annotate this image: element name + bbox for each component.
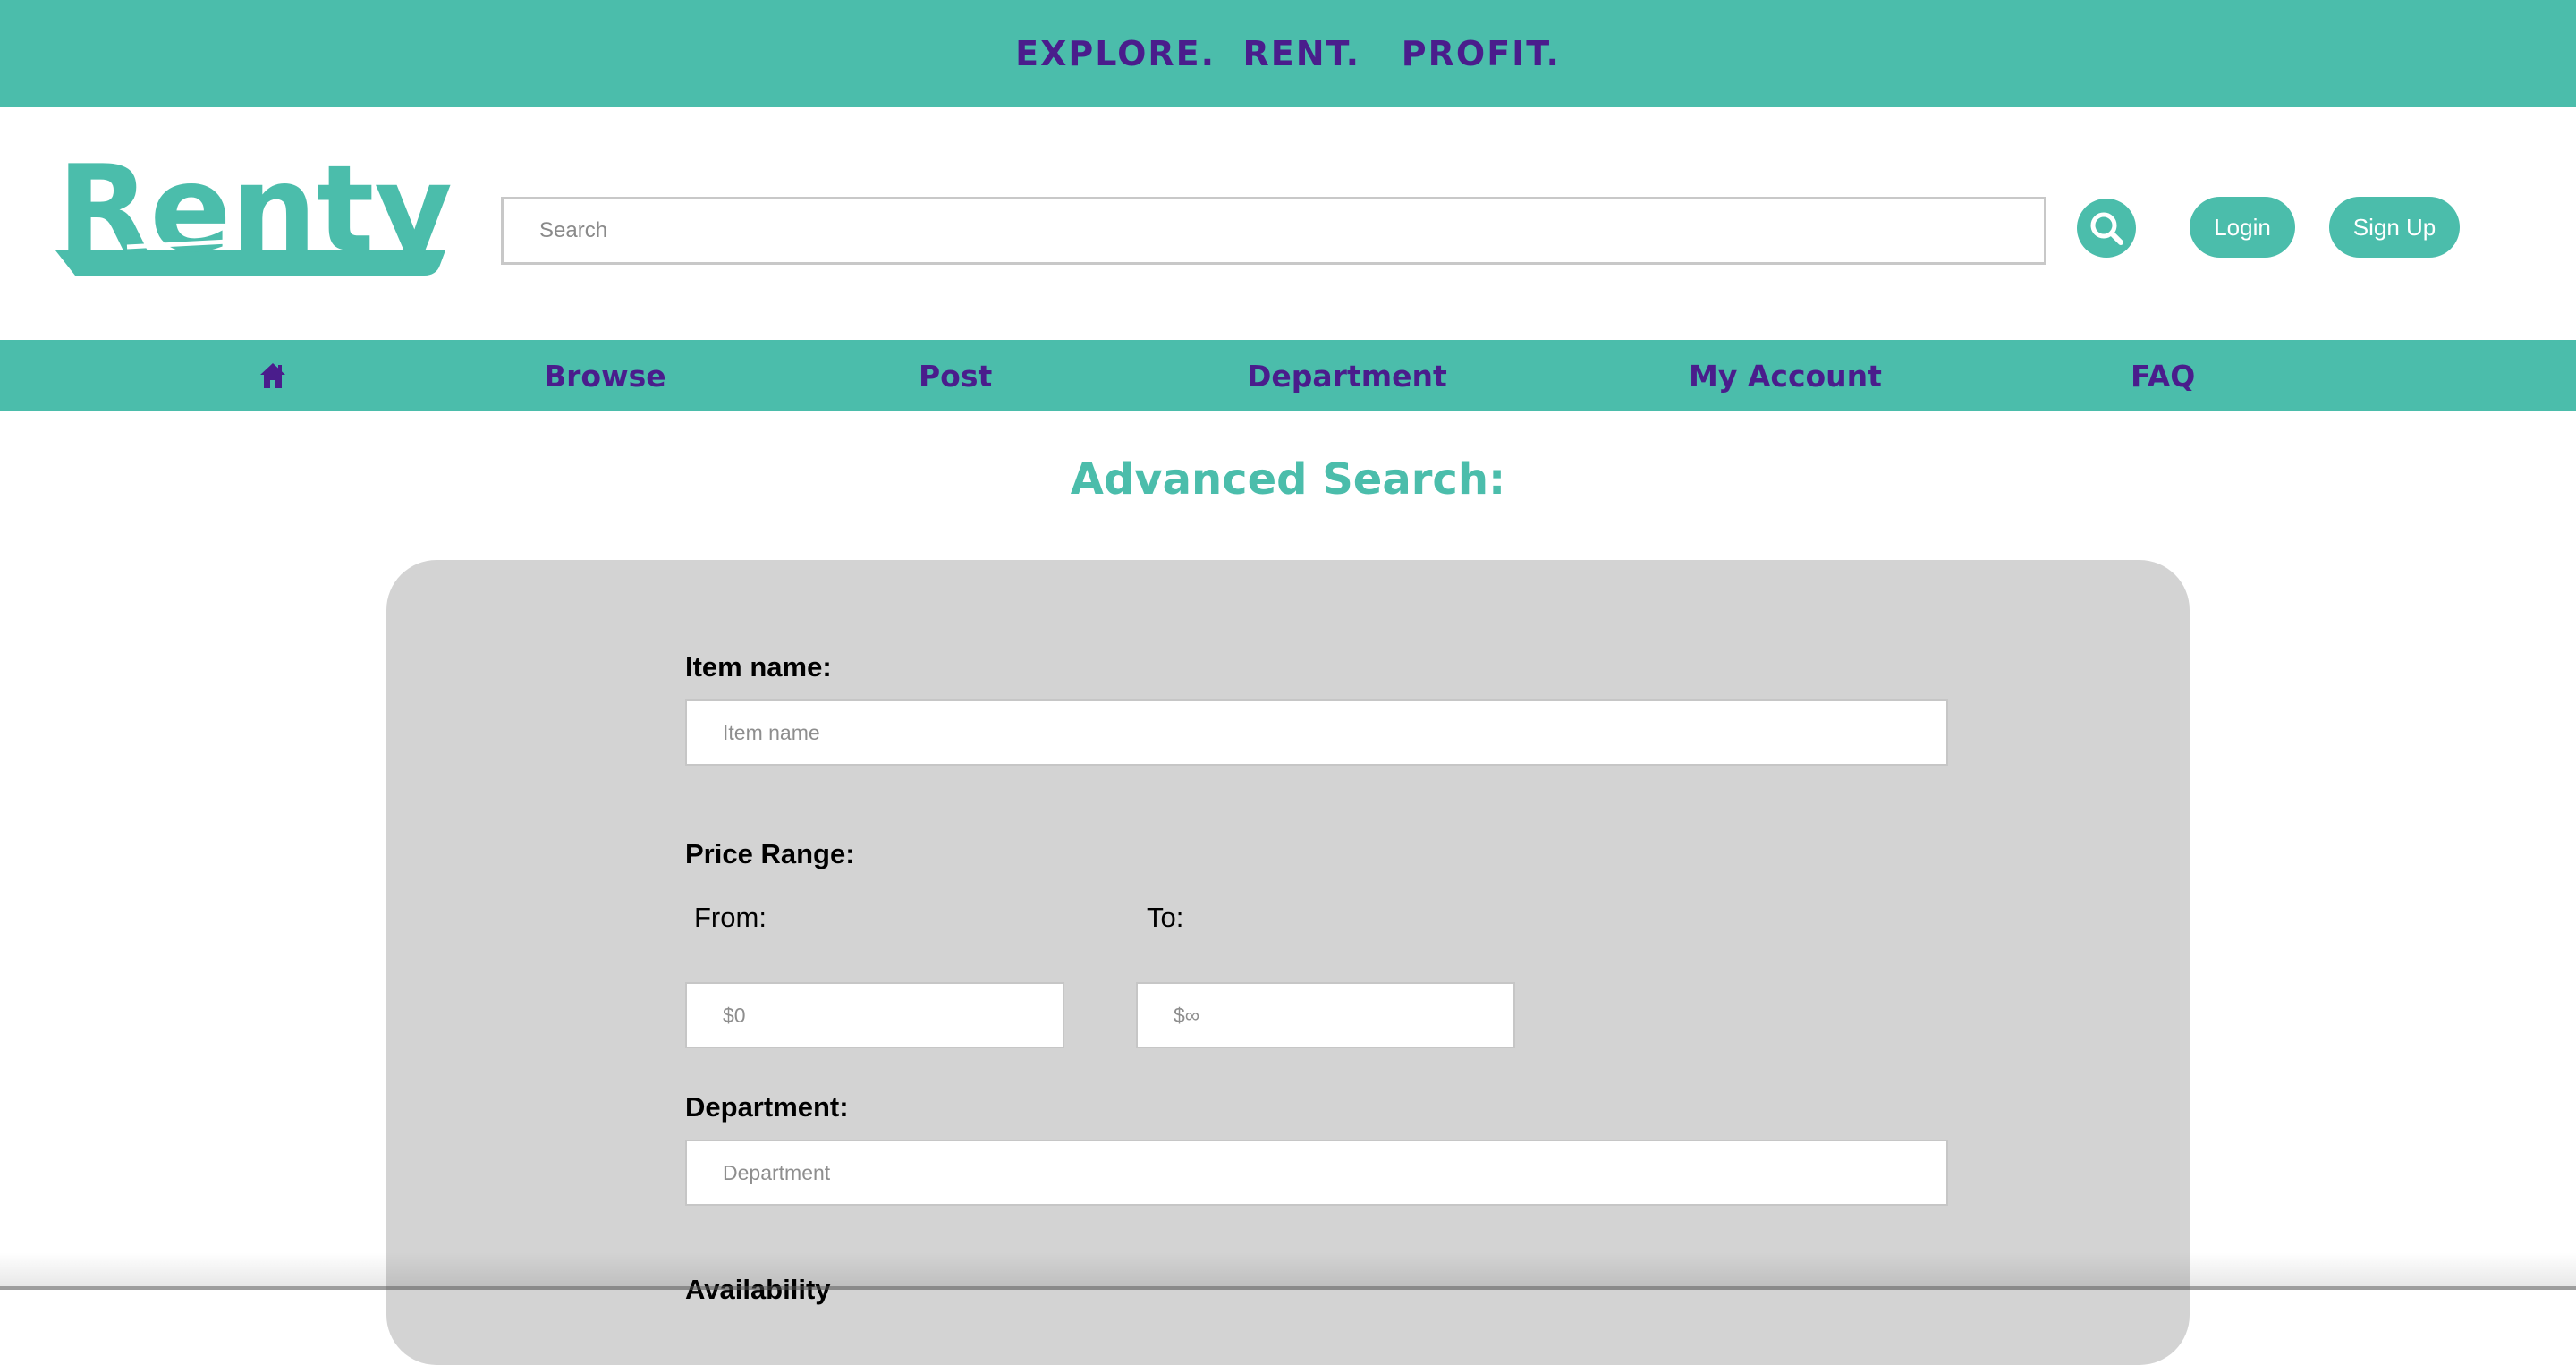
renty-logo[interactable]: Renty xyxy=(54,154,456,279)
search-input[interactable] xyxy=(501,197,2046,265)
window-bottom-edge xyxy=(0,1286,2576,1290)
advanced-search-form: Item name: Price Range: From: To: Depart… xyxy=(386,560,2190,1365)
home-icon xyxy=(260,363,285,388)
site-header: Renty Login Sign Up xyxy=(0,107,2576,340)
price-range-label: Price Range: xyxy=(685,838,855,869)
item-name-input[interactable] xyxy=(685,699,1948,766)
price-to-input[interactable] xyxy=(1136,982,1515,1048)
nav-faq[interactable]: FAQ xyxy=(2131,340,2195,411)
item-name-label: Item name: xyxy=(685,651,832,682)
svg-text:Renty: Renty xyxy=(57,154,453,279)
department-label: Department: xyxy=(685,1091,849,1123)
availability-label: Availability xyxy=(685,1274,831,1306)
price-to-label: To: xyxy=(1147,902,1184,933)
nav-browse[interactable]: Browse xyxy=(544,340,666,411)
nav-department[interactable]: Department xyxy=(1247,340,1447,411)
nav-my-account[interactable]: My Account xyxy=(1689,340,1882,411)
search-icon xyxy=(2090,212,2123,245)
top-banner: EXPLORE. RENT. PROFIT. xyxy=(0,0,2576,107)
price-from-input[interactable] xyxy=(685,982,1064,1048)
signup-button[interactable]: Sign Up xyxy=(2329,197,2460,258)
nav-post[interactable]: Post xyxy=(919,340,992,411)
nav-home[interactable] xyxy=(258,340,288,411)
page-title: Advanced Search: xyxy=(1070,454,1506,504)
login-button[interactable]: Login xyxy=(2190,197,2295,258)
banner-tagline: EXPLORE. RENT. PROFIT. xyxy=(1015,34,1561,73)
main-nav: Browse Post Department My Account FAQ xyxy=(0,340,2576,411)
price-from-label: From: xyxy=(694,902,767,933)
department-input[interactable] xyxy=(685,1140,1948,1206)
search-button[interactable] xyxy=(2077,199,2136,258)
